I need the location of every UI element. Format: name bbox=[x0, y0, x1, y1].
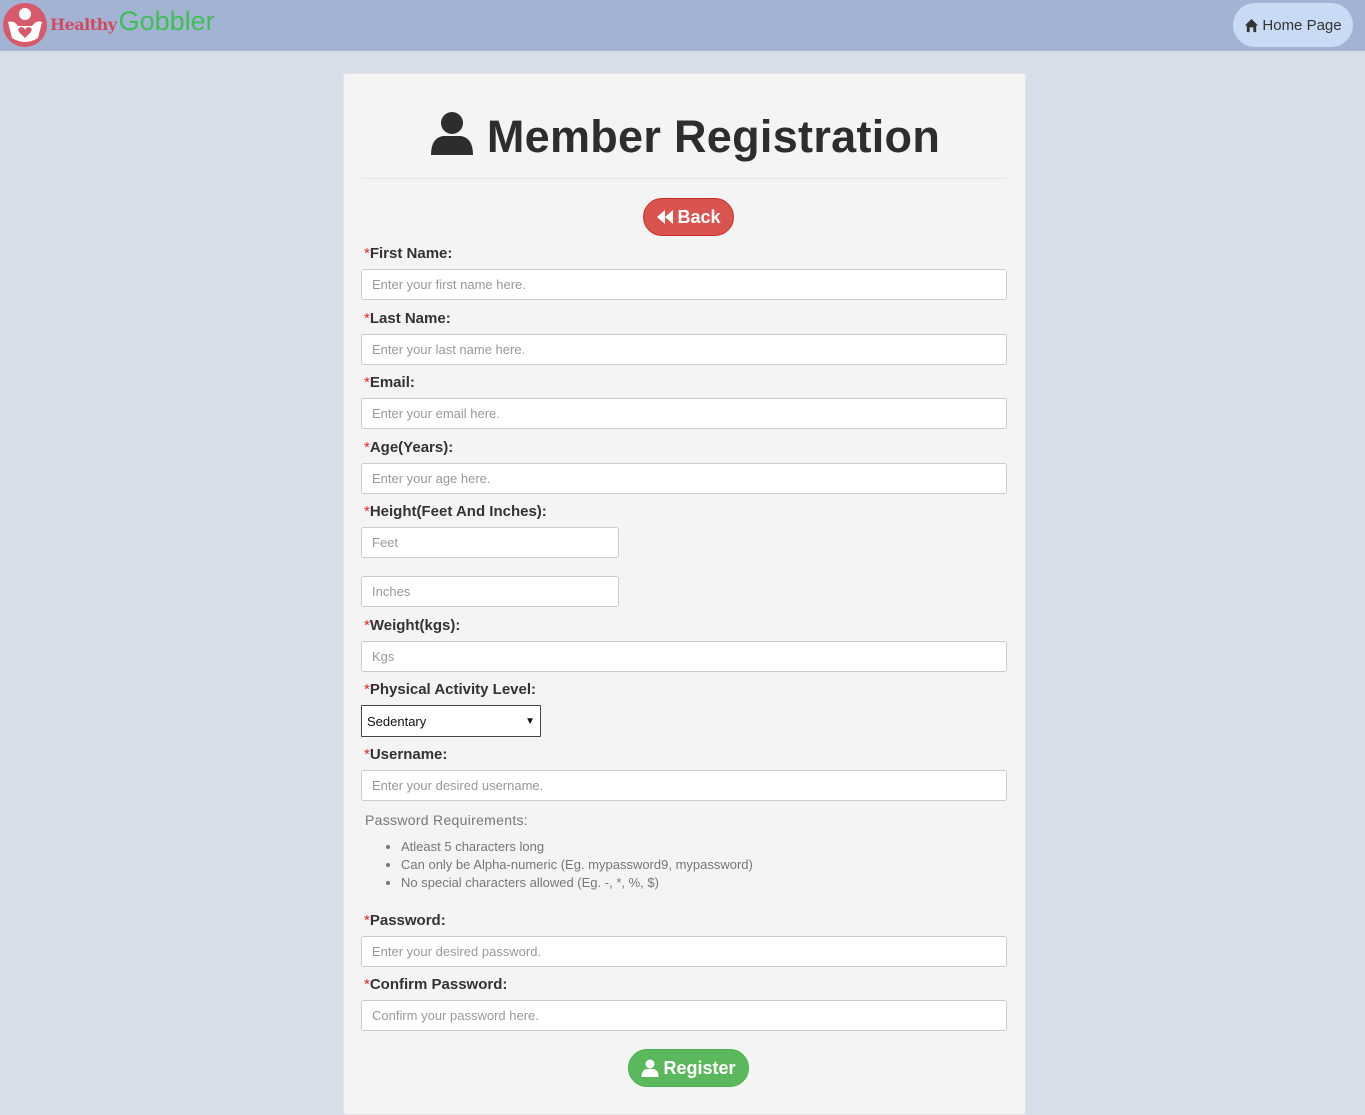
back-button-label: Back bbox=[677, 206, 721, 227]
back-button[interactable]: Back bbox=[643, 198, 734, 236]
email-label: *Email: bbox=[364, 374, 415, 391]
password-requirements-list: Atleast 5 characters long Can only be Al… bbox=[365, 838, 1001, 892]
height-inches-input[interactable] bbox=[361, 576, 619, 607]
list-item: Can only be Alpha-numeric (Eg. mypasswor… bbox=[401, 856, 1001, 874]
home-page-label: Home Page bbox=[1262, 16, 1342, 34]
activity-level-label: *Physical Activity Level: bbox=[364, 681, 537, 698]
password-input[interactable] bbox=[361, 936, 1007, 967]
password-label: *Password: bbox=[364, 912, 446, 929]
page-title: Member Registration bbox=[344, 102, 1025, 172]
username-input[interactable] bbox=[361, 770, 1007, 801]
last-name-input[interactable] bbox=[361, 334, 1007, 365]
home-icon bbox=[1245, 18, 1259, 32]
title-divider bbox=[361, 178, 1007, 179]
age-input[interactable] bbox=[361, 463, 1007, 494]
height-feet-input[interactable] bbox=[361, 527, 619, 558]
logo-text-healthy: Healthy bbox=[50, 14, 117, 34]
first-name-input[interactable] bbox=[361, 269, 1007, 300]
height-label: *Height(Feet And Inches): bbox=[364, 503, 547, 520]
user-icon bbox=[641, 1059, 659, 1077]
registration-panel: Member Registration Back *First Name: *L… bbox=[343, 73, 1026, 1115]
top-navbar: Healthy Gobbler Home Page bbox=[0, 0, 1365, 51]
home-page-button[interactable]: Home Page bbox=[1233, 3, 1353, 47]
first-name-label: *First Name: bbox=[364, 245, 453, 262]
last-name-label: *Last Name: bbox=[364, 310, 451, 327]
caret-down-icon: ▼ bbox=[525, 715, 535, 727]
activity-level-selected: Sedentary bbox=[367, 713, 427, 729]
weight-input[interactable] bbox=[361, 641, 1007, 672]
activity-level-select[interactable]: Sedentary ▼ bbox=[361, 705, 541, 737]
fast-backward-icon bbox=[657, 210, 674, 224]
confirm-password-input[interactable] bbox=[361, 1000, 1007, 1031]
user-icon bbox=[430, 112, 473, 155]
register-button-label: Register bbox=[663, 1057, 736, 1078]
register-button[interactable]: Register bbox=[628, 1049, 749, 1087]
page-title-text: Member Registration bbox=[486, 111, 941, 162]
weight-label: *Weight(kgs): bbox=[364, 617, 461, 634]
brand-logo[interactable]: Healthy Gobbler bbox=[2, 2, 215, 48]
password-requirements-title: Password Requirements: bbox=[365, 812, 528, 828]
email-input[interactable] bbox=[361, 398, 1007, 429]
username-label: *Username: bbox=[364, 746, 448, 763]
heart-person-logo-icon bbox=[3, 3, 47, 47]
confirm-password-label: *Confirm Password: bbox=[364, 976, 508, 993]
list-item: No special characters allowed (Eg. -, *,… bbox=[401, 874, 1001, 892]
age-label: *Age(Years): bbox=[364, 439, 454, 456]
logo-text-gobbler: Gobbler bbox=[118, 5, 215, 36]
list-item: Atleast 5 characters long bbox=[401, 838, 1001, 856]
